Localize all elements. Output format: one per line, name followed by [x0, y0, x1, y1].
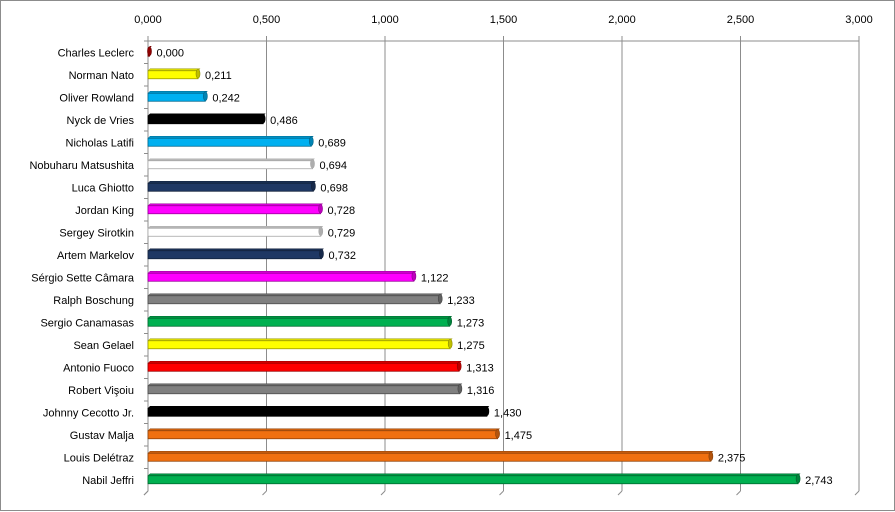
bar-end-cap [795, 473, 801, 484]
data-label: 0,486 [270, 115, 298, 127]
category-label: Nabil Jeffri [82, 475, 134, 487]
bar-end-cap [484, 406, 490, 417]
gridline-depth [262, 490, 267, 496]
category-label: Oliver Rowland [59, 92, 134, 104]
category-label: Nicholas Latifi [66, 137, 134, 149]
bar [147, 115, 264, 125]
category-label: Norman Nato [69, 70, 134, 82]
bar-end-cap [147, 46, 152, 57]
data-label: 0,242 [212, 92, 240, 104]
data-label: 1,122 [421, 272, 449, 284]
data-label: 0,728 [328, 205, 356, 217]
x-tick-label: 1,000 [371, 14, 399, 26]
bar [147, 407, 488, 417]
bar-end-cap [457, 383, 463, 394]
bar [147, 70, 199, 80]
category-label: Luca Ghiotto [72, 182, 134, 194]
data-label: 1,233 [447, 295, 475, 307]
bar [147, 227, 322, 237]
category-label: Jordan King [75, 205, 134, 217]
bar [147, 92, 206, 102]
bar [147, 182, 314, 192]
bar-end-cap [311, 181, 316, 192]
data-label: 1,316 [467, 385, 495, 397]
data-label: 1,275 [457, 340, 485, 352]
bar [147, 272, 415, 282]
data-label: 0,694 [319, 160, 347, 172]
gridline-depth [854, 490, 860, 496]
bar [147, 205, 321, 215]
gridline-depth [499, 490, 504, 496]
data-label: 2,375 [718, 452, 746, 464]
category-label: Charles Leclerc [58, 47, 135, 59]
data-label: 1,313 [466, 362, 494, 374]
bar [147, 362, 460, 372]
bar-end-cap [708, 451, 714, 462]
bar-end-cap [260, 113, 266, 124]
x-tick-label: 1,500 [490, 14, 518, 26]
data-label: 0,211 [205, 70, 232, 82]
category-label: Nyck de Vries [67, 115, 135, 127]
x-tick-label: 3,000 [845, 14, 873, 26]
category-label: Louis Delétraz [64, 452, 134, 464]
x-tick-label: 0,500 [253, 14, 281, 26]
category-label: Sérgio Sette Câmara [31, 272, 135, 284]
x-tick-label: 2,000 [608, 14, 636, 26]
category-label: Johnny Cecotto Jr. [43, 407, 134, 419]
bar-end-cap [308, 136, 314, 147]
bar-end-cap [319, 248, 324, 259]
data-label: 1,273 [457, 317, 485, 329]
bar-end-cap [447, 338, 453, 349]
bar [147, 250, 322, 260]
data-label: 2,743 [805, 475, 833, 487]
bar-end-cap [411, 271, 417, 282]
bar [147, 160, 313, 170]
category-label: Sergio Canamasas [40, 317, 134, 329]
bar-end-cap [310, 158, 315, 169]
bar-end-cap [447, 316, 453, 327]
data-label: 0,732 [328, 250, 356, 262]
data-label: 1,475 [505, 430, 533, 442]
bar [147, 385, 461, 395]
gridline-depth [617, 490, 623, 496]
bar [147, 340, 451, 350]
bar [147, 430, 498, 440]
bar-end-cap [456, 361, 462, 372]
data-label: 0,000 [157, 47, 185, 59]
data-label: 0,729 [328, 227, 356, 239]
category-label: Sean Gelael [73, 340, 134, 352]
chart-frame: 0,000 0,500 1,000 1,500 2,000 2,500 3,000 Charl… [0, 0, 895, 511]
gridline-depth [736, 490, 741, 496]
data-label: 1,430 [494, 407, 522, 419]
bar-end-cap [195, 68, 201, 79]
gridline-depth [143, 490, 149, 496]
category-label: Sergey Sirotkin [59, 227, 134, 239]
category-label: Gustav Malja [70, 430, 135, 442]
x-tick-label: 0,000 [134, 14, 162, 26]
bar-end-cap [318, 226, 324, 237]
category-label: Ralph Boschung [53, 295, 134, 307]
bar-chart: 0,000 0,500 1,000 1,500 2,000 2,500 3,000 Charl… [29, 14, 873, 496]
bar-end-cap [203, 91, 208, 102]
category-label: Robert Vişoiu [68, 385, 134, 397]
bar [147, 295, 441, 305]
bar-end-cap [318, 203, 323, 214]
bar [147, 475, 799, 485]
data-label: 0,698 [320, 182, 348, 194]
category-label: Artem Markelov [57, 250, 135, 262]
bar-end-cap [495, 428, 500, 439]
category-label: Antonio Fuoco [63, 362, 134, 374]
x-tick-label: 2,500 [727, 14, 755, 26]
bar [147, 317, 451, 327]
bar [147, 452, 712, 462]
bar-end-cap [437, 293, 443, 304]
bar [147, 137, 312, 147]
gridline-depth [380, 490, 386, 496]
data-label: 0,689 [318, 137, 346, 149]
category-label: Nobuharu Matsushita [29, 160, 134, 172]
